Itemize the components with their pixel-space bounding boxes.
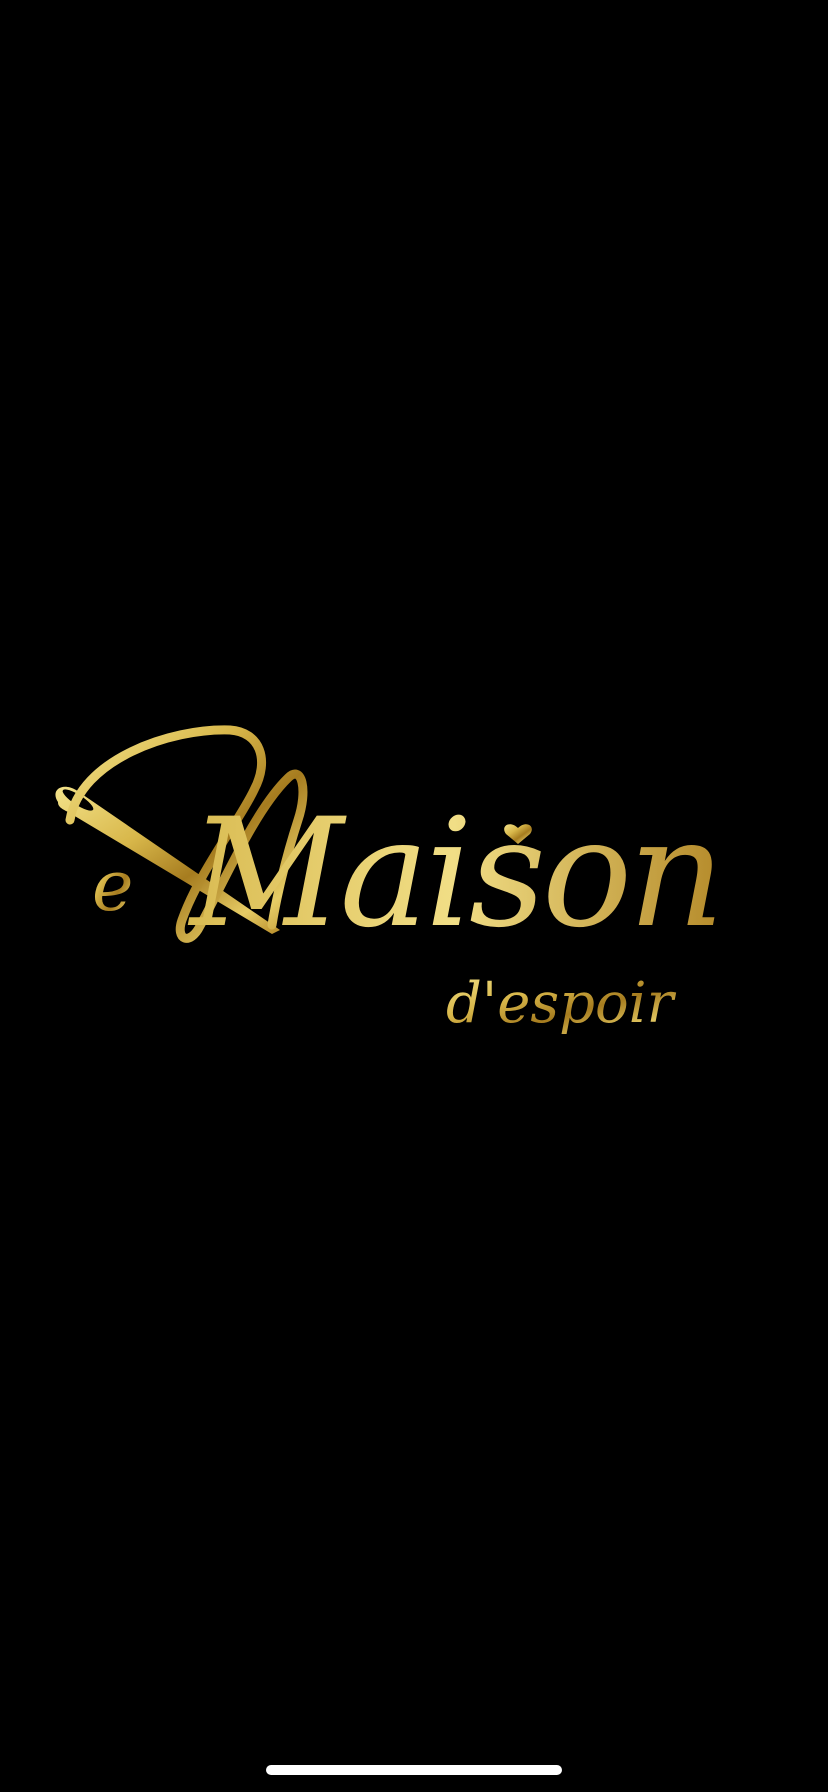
logo-subtitle: d'espoir [446,971,677,1036]
logo-wordmark: Maison [187,787,721,961]
brand-logo: e Maison d'espoir [40,720,800,1060]
home-indicator[interactable] [266,1765,562,1775]
logo-letter-e: e [92,845,133,927]
splash-screen: e Maison d'espoir [0,0,828,1792]
